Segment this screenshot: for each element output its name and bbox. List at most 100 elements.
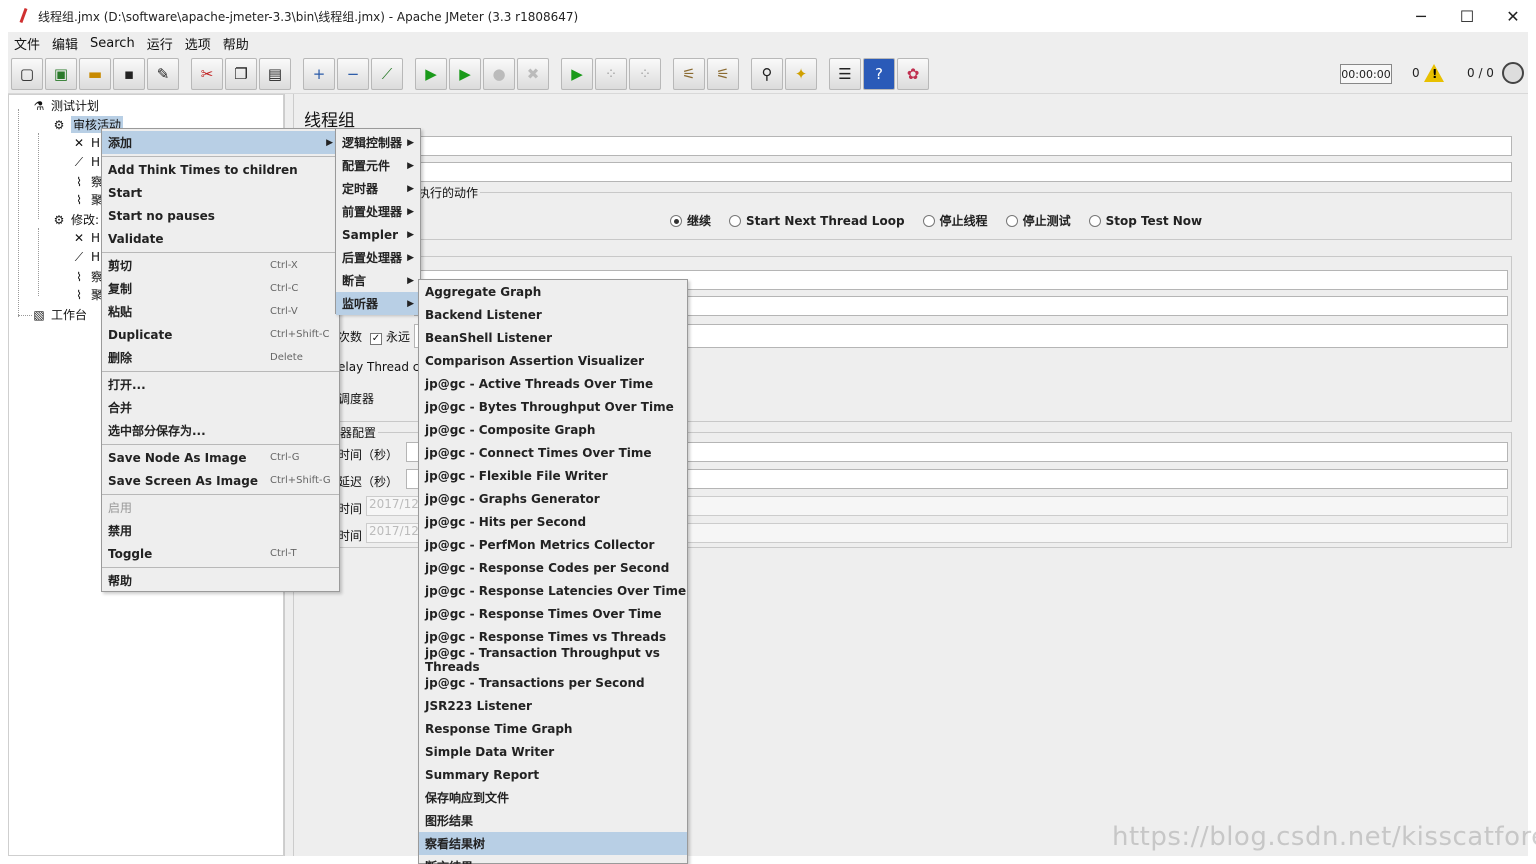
listener-item-comparison-assertion-visualizer[interactable]: Comparison Assertion Visualizer (419, 349, 687, 372)
menu-run[interactable]: 运行 (141, 34, 179, 53)
context-menu-item-item[interactable]: 剪切 Ctrl-X (102, 254, 339, 277)
forever-checkbox[interactable]: ✓ 永远 (370, 328, 410, 345)
menu-file[interactable]: 文件 (8, 34, 46, 53)
stop-icon[interactable]: ● (483, 58, 515, 90)
menu-help[interactable]: 帮助 (217, 34, 255, 53)
tree-node-child[interactable]: ⌇ 聚 (71, 191, 103, 208)
comments-field[interactable] (304, 162, 1512, 182)
menu-search[interactable]: Search (84, 36, 141, 51)
tree-node-child[interactable]: ⟋ H (71, 249, 100, 265)
add-submenu-item-item[interactable]: 前置处理器 ▶ (336, 200, 420, 223)
context-menu-item-item[interactable]: 复制 Ctrl-C (102, 277, 339, 300)
add-submenu-item-item[interactable]: 配置元件 ▶ (336, 154, 420, 177)
menu-edit[interactable]: 编辑 (46, 34, 84, 53)
listener-item-jp-gc-composite-graph[interactable]: jp@gc - Composite Graph (419, 418, 687, 441)
tree-node-child[interactable]: ⌇ 察 (71, 173, 103, 190)
tree-node-child[interactable]: ⌇ 聚 (71, 286, 103, 303)
listener-item-jsr223-listener[interactable]: JSR223 Listener (419, 694, 687, 717)
radio-stop-thread[interactable]: 停止线程 (922, 212, 988, 229)
listener-item-summary-report[interactable]: Summary Report (419, 763, 687, 786)
remote-status-icon[interactable] (1502, 62, 1524, 84)
listener-item-jp-gc-connect-times-over-time[interactable]: jp@gc - Connect Times Over Time (419, 441, 687, 464)
listener-item-jp-gc-bytes-throughput-over-time[interactable]: jp@gc - Bytes Throughput Over Time (419, 395, 687, 418)
tree-node-thread-group-2[interactable]: ⚙ 修改: (51, 211, 99, 228)
listener-item-jp-gc-transactions-per-second[interactable]: jp@gc - Transactions per Second (419, 671, 687, 694)
radio-start-next-loop[interactable]: Start Next Thread Loop (729, 214, 905, 228)
tree-node-child[interactable]: ✕ H (71, 135, 100, 151)
open-icon[interactable]: ▬ (79, 58, 111, 90)
tree-node-workbench[interactable]: ▧ 工作台 (31, 306, 87, 323)
listener-item-jp-gc-flexible-file-writer[interactable]: jp@gc - Flexible File Writer (419, 464, 687, 487)
listener-item-backend-listener[interactable]: Backend Listener (419, 303, 687, 326)
shutdown-icon[interactable]: ✖ (517, 58, 549, 90)
remote-shutdown-icon[interactable]: ⁘ (629, 58, 661, 90)
listener-item-response-time-graph[interactable]: Response Time Graph (419, 717, 687, 740)
listener-item-jp-gc-hits-per-second[interactable]: jp@gc - Hits per Second (419, 510, 687, 533)
listener-item-item[interactable]: 图形结果 (419, 809, 687, 832)
copy-icon[interactable]: ❐ (225, 58, 257, 90)
menu-options[interactable]: 选项 (179, 34, 217, 53)
listener-item-jp-gc-transaction-throughput-vs-threads[interactable]: jp@gc - Transaction Throughput vs Thread… (419, 646, 687, 674)
listener-item-jp-gc-active-threads-over-time[interactable]: jp@gc - Active Threads Over Time (419, 372, 687, 395)
add-submenu-item-item[interactable]: 定时器 ▶ (336, 177, 420, 200)
name-field[interactable] (304, 136, 1512, 156)
search-icon[interactable]: ⚲ (751, 58, 783, 90)
cut-icon[interactable]: ✂ (191, 58, 223, 90)
listener-item-item[interactable]: 保存响应到文件 (419, 786, 687, 809)
context-menu-item-item[interactable]: 删除 Delete (102, 346, 339, 369)
context-menu-item-item[interactable]: 合并 (102, 396, 339, 419)
save-icon[interactable]: ▪ (113, 58, 145, 90)
start-icon[interactable]: ▶ (415, 58, 447, 90)
collapse-icon[interactable]: − (337, 58, 369, 90)
listener-item-jp-gc-response-latencies-over-time[interactable]: jp@gc - Response Latencies Over Time (419, 579, 687, 602)
listener-item-simple-data-writer[interactable]: Simple Data Writer (419, 740, 687, 763)
context-menu-item-item[interactable]: 帮助 (102, 569, 339, 592)
add-submenu-item-sampler[interactable]: Sampler ▶ (336, 223, 420, 246)
tree-node-child[interactable]: ⟋ H (71, 154, 100, 170)
remote-stop-icon[interactable]: ⁘ (595, 58, 627, 90)
context-menu-item-duplicate[interactable]: Duplicate Ctrl+Shift-C (102, 323, 339, 346)
tree-node-test-plan[interactable]: ⚗ 测试计划 (31, 97, 99, 114)
minimize-button[interactable]: ─ (1398, 0, 1444, 32)
warning-icon[interactable] (1424, 64, 1444, 82)
clear-icon[interactable]: ⚟ (673, 58, 705, 90)
paste-icon[interactable]: ▤ (259, 58, 291, 90)
reset-search-icon[interactable]: ✦ (785, 58, 817, 90)
context-menu-item-toggle[interactable]: Toggle Ctrl-T (102, 542, 339, 565)
start-no-pause-icon[interactable]: ▶ (449, 58, 481, 90)
context-menu-item-item[interactable]: 添加 ▶ (102, 131, 339, 154)
maximize-button[interactable]: ☐ (1444, 0, 1490, 32)
listener-item-jp-gc-response-times-over-time[interactable]: jp@gc - Response Times Over Time (419, 602, 687, 625)
radio-continue[interactable]: 继续 (670, 212, 711, 229)
toggle-icon[interactable]: ⟋ (371, 58, 403, 90)
context-menu-item-save-node-as-image[interactable]: Save Node As Image Ctrl-G (102, 446, 339, 469)
clear-all-icon[interactable]: ⚟ (707, 58, 739, 90)
listener-item-jp-gc-response-codes-per-second[interactable]: jp@gc - Response Codes per Second (419, 556, 687, 579)
save-as-icon[interactable]: ✎ (147, 58, 179, 90)
context-menu-item-start[interactable]: Start (102, 181, 339, 204)
add-submenu-item-item[interactable]: 后置处理器 ▶ (336, 246, 420, 269)
add-submenu-item-item[interactable]: 监听器 ▶ (336, 292, 420, 315)
listener-item-item[interactable]: 断言结果 (419, 855, 687, 864)
remote-start-icon[interactable]: ▶ (561, 58, 593, 90)
context-menu-item-item[interactable]: 禁用 (102, 519, 339, 542)
tree-node-child[interactable]: ⌇ 察 (71, 268, 103, 285)
radio-stop-test-now[interactable]: Stop Test Now (1088, 214, 1202, 228)
expand-icon[interactable]: + (303, 58, 335, 90)
listener-item-item[interactable]: 察看结果树 (419, 832, 687, 855)
log-viewer-icon[interactable]: ✿ (897, 58, 929, 90)
context-menu-item-add-think-times-to-children[interactable]: Add Think Times to children (102, 158, 339, 181)
tree-node-child[interactable]: ✕ H (71, 230, 100, 246)
radio-stop-test[interactable]: 停止测试 (1005, 212, 1071, 229)
close-button[interactable]: ✕ (1490, 0, 1536, 32)
listener-item-jp-gc-graphs-generator[interactable]: jp@gc - Graphs Generator (419, 487, 687, 510)
context-menu-item-validate[interactable]: Validate (102, 227, 339, 250)
context-menu-item-start-no-pauses[interactable]: Start no pauses (102, 204, 339, 227)
context-menu-item-item[interactable]: 选中部分保存为... (102, 419, 339, 442)
listener-item-jp-gc-perfmon-metrics-collector[interactable]: jp@gc - PerfMon Metrics Collector (419, 533, 687, 556)
context-menu-item-item[interactable]: 打开... (102, 373, 339, 396)
context-menu-item-item[interactable]: 启用 (102, 496, 339, 519)
function-helper-icon[interactable]: ☰ (829, 58, 861, 90)
add-submenu-item-item[interactable]: 逻辑控制器 ▶ (336, 131, 420, 154)
context-menu-item-save-screen-as-image[interactable]: Save Screen As Image Ctrl+Shift-G (102, 469, 339, 492)
